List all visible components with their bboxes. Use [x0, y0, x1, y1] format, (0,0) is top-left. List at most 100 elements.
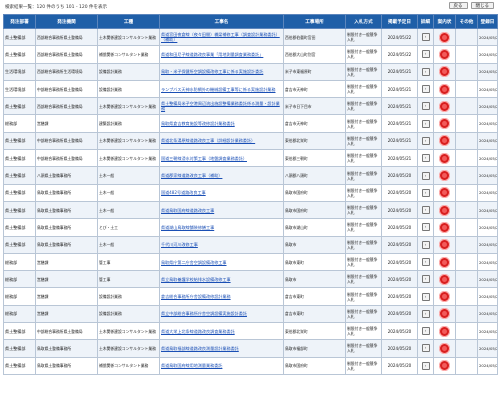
- red-stamp-icon[interactable]: [439, 221, 450, 233]
- guide-stamp: [433, 235, 456, 254]
- red-stamp-icon[interactable]: [439, 291, 450, 303]
- detail-button-icon[interactable]: ›: [421, 344, 430, 353]
- project-name-link[interactable]: 国道三朝線浸水対策工事（地盤調査業務委託）: [159, 149, 284, 168]
- project-name-link[interactable]: 県道湖山鳥取線舗装修繕工事: [159, 218, 284, 237]
- cell-kind: 建築設計業務: [97, 114, 160, 133]
- red-stamp-icon[interactable]: [439, 118, 450, 130]
- red-stamp-icon[interactable]: [439, 187, 450, 199]
- red-stamp-icon[interactable]: [439, 308, 450, 320]
- cell-org: 西部総合事務所県土整備局: [35, 45, 98, 64]
- project-name-link[interactable]: 鳥取県庁第二庁舎空調設備改修工事: [159, 252, 284, 272]
- cell-kind: 補償関係コンサルタント業務: [97, 45, 160, 64]
- cell-kind: 設備設計業務: [97, 287, 160, 306]
- red-stamp-icon[interactable]: [439, 170, 450, 182]
- project-name-link[interactable]: 鳥取県倉吉教育施設等改修設計業務委託: [159, 114, 284, 133]
- cell-place: 鳥取市国府町: [283, 183, 346, 202]
- project-name-link[interactable]: 県道宮田夜倉線（夜々田間）橋梁補修工事（調査設計業務委託）（補助）: [159, 27, 284, 47]
- project-name-link[interactable]: ランプバス天神水防網外の機械設備工事等に係る実施設計業務: [159, 79, 284, 99]
- detail-button-icon[interactable]: ›: [421, 85, 430, 94]
- cell-method: 制限付き一般競争入札: [345, 97, 382, 116]
- cell-kind: 土木関係建設コンサルタント業務: [97, 339, 160, 358]
- cell-org: 西部総合事務所生活環境局: [35, 62, 98, 81]
- col-header-date: 掲載予定日: [381, 14, 418, 29]
- detail-button-icon[interactable]: ›: [421, 171, 430, 180]
- table-row: 県土整備部 西部総合事務所県土整備局 土木関係建設コンサルタント業務 県土整備局米子空…: [3, 97, 498, 116]
- cell-dept: 県土整備部: [3, 45, 36, 64]
- guide-stamp: [433, 97, 456, 116]
- cell-org: 中部総合事務所県土整備局: [35, 131, 98, 151]
- red-stamp-icon[interactable]: [439, 325, 450, 337]
- cell-reg: 2024/05/21: [477, 131, 498, 151]
- detail-button-icon[interactable]: ›: [421, 327, 430, 336]
- project-name-link[interactable]: 千代川河川改修工事: [159, 235, 284, 254]
- detail-button: ›: [417, 235, 434, 254]
- detail-button-icon[interactable]: ›: [421, 50, 430, 59]
- cell-kind: 土木一般: [97, 235, 160, 254]
- cell-other: [455, 166, 478, 185]
- detail-button-icon[interactable]: ›: [421, 258, 430, 266]
- red-stamp-icon[interactable]: [439, 83, 450, 95]
- detail-button-icon[interactable]: ›: [421, 136, 430, 145]
- detail-button-icon[interactable]: ›: [421, 67, 430, 76]
- col-header-place: 工事場所: [283, 14, 346, 29]
- red-stamp-icon[interactable]: [439, 204, 450, 216]
- red-stamp-icon[interactable]: [439, 273, 450, 285]
- red-stamp-icon[interactable]: [439, 66, 450, 78]
- detail-button-icon[interactable]: ›: [421, 33, 430, 42]
- detail-button-icon[interactable]: ›: [421, 102, 430, 111]
- cell-org: 中部総合事務所県土整備局: [35, 149, 98, 168]
- red-stamp-icon[interactable]: [439, 135, 450, 147]
- detail-button-icon[interactable]: ›: [421, 240, 430, 249]
- project-name-link[interactable]: 鳥取・米子保健所空調設備改修工事に係る実施設計委託: [159, 62, 284, 81]
- detail-button-icon[interactable]: ›: [421, 292, 430, 301]
- cell-kind: 土木関係建設コンサルタント業務: [97, 322, 160, 341]
- table-row: 県土整備部 鳥取県土整備事務所 土木一般 県道鳥取国府線道路改良工事 鳥取市国府町 制限付…: [3, 200, 498, 220]
- project-name-link[interactable]: 県道鳥取国府線用地測量業務委託: [159, 356, 284, 375]
- project-name-link[interactable]: 県道鳥取福部線道路改良測量設計業務委託: [159, 339, 284, 358]
- red-stamp-icon[interactable]: [439, 48, 450, 60]
- red-stamp-icon[interactable]: [439, 239, 450, 251]
- project-name-link[interactable]: 県立中部総合事務所庁舎空調設備実施設計委託: [159, 304, 284, 324]
- project-name-link[interactable]: 県道鳥取国府線道路改良工事: [159, 200, 284, 220]
- project-name-link[interactable]: 県道和田尼子線道路改良事業「用地測量調査業務委託」: [159, 45, 284, 64]
- cell-kind: 土木一般: [97, 200, 160, 220]
- cell-dept: 県土整備部: [3, 97, 36, 116]
- detail-button-icon[interactable]: ›: [421, 188, 430, 197]
- red-stamp-icon[interactable]: [439, 152, 450, 164]
- detail-button: ›: [417, 356, 434, 375]
- red-stamp-icon[interactable]: [439, 31, 450, 43]
- detail-button-icon[interactable]: ›: [421, 154, 430, 163]
- cell-dept: 県土整備部: [3, 149, 36, 168]
- cell-org: 営繕課: [35, 287, 98, 306]
- detail-button: ›: [417, 45, 434, 64]
- col-header-reg: 登録日: [477, 14, 498, 29]
- detail-button-icon[interactable]: ›: [421, 309, 430, 318]
- red-stamp-icon[interactable]: [439, 100, 450, 112]
- back-button[interactable]: 戻る: [448, 2, 468, 9]
- cell-dept: 県土整備部: [3, 27, 36, 47]
- project-name-link[interactable]: 県道大栄上北条線道路改良調査業務委託: [159, 322, 284, 341]
- detail-button-icon[interactable]: ›: [421, 361, 430, 370]
- project-name-link[interactable]: 県道北条湯原線道路改良工事（詳細設計業務委託）: [159, 131, 284, 151]
- detail-button-icon[interactable]: ›: [421, 119, 430, 128]
- table-row: 総務部 営繕課 設備設計業務 倉吉総合事務所庁舎設備改修設計業務 倉吉市東町 制限付き一般…: [3, 287, 498, 306]
- detail-button-icon[interactable]: ›: [421, 223, 430, 232]
- table-row: 県土整備部 中部総合事務所県土整備局 土木関係建設コンサルタント業務 県道大栄上北条線…: [3, 322, 498, 341]
- project-name-link[interactable]: 倉吉総合事務所庁舎設備改修設計業務: [159, 287, 284, 306]
- red-stamp-icon[interactable]: [439, 360, 450, 372]
- red-stamp-icon[interactable]: [439, 256, 450, 268]
- project-name-link[interactable]: 県道郡家線道路改良工事（補助）: [159, 166, 284, 185]
- red-stamp-icon[interactable]: [439, 342, 450, 354]
- detail-button: ›: [417, 97, 434, 116]
- project-name-link[interactable]: 県立鳥取養護学校給排水設備改修工事: [159, 270, 284, 289]
- detail-button-icon[interactable]: ›: [421, 206, 430, 215]
- project-name-link[interactable]: 国道482号道路改良工事: [159, 183, 284, 202]
- guide-stamp: [433, 62, 456, 81]
- cell-place: 倉吉市東町: [283, 287, 346, 306]
- col-header-name: 工事名: [159, 14, 284, 29]
- cell-place: 西伯郡伯耆町宮田: [283, 27, 346, 47]
- cell-other: [455, 339, 478, 358]
- project-name-link[interactable]: 県土整備局米子空港周辺流出施設整備業務委託係る測量・設計業務: [159, 97, 284, 116]
- detail-button-icon[interactable]: ›: [421, 275, 430, 284]
- close-button[interactable]: 閉じる: [470, 2, 494, 9]
